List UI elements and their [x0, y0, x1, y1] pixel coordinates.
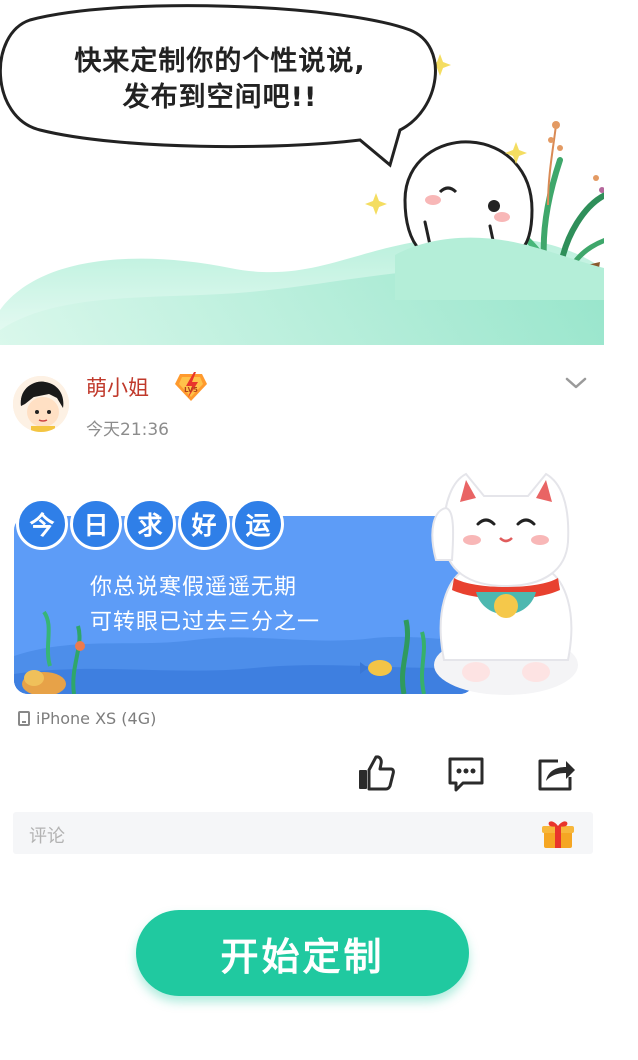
device-info: iPhone XS (4G): [18, 709, 156, 728]
share-icon: [538, 759, 575, 791]
bubble-line-1: 快来定制你的个性说说,: [74, 46, 366, 77]
phone-icon: [18, 711, 30, 726]
level-badge-icon: LV5: [175, 372, 207, 401]
image-title: 今 日 求 好 运: [16, 498, 284, 550]
thumbs-up-icon: [359, 755, 395, 791]
title-char: 运: [232, 498, 284, 550]
title-char: 日: [70, 498, 122, 550]
gift-icon[interactable]: [541, 817, 575, 849]
poem-line-1: 你总说寒假遥遥无期: [90, 575, 298, 600]
speech-bubble-text: 快来定制你的个性说说, 发布到空间吧!!: [20, 44, 420, 116]
comment-placeholder: 评论: [29, 826, 65, 847]
post-card: 萌小姐 LV5 今天21:36 今 日 求 好 运 你总说寒假遥遥无期 可转眼已…: [0, 345, 604, 1057]
avatar-image: [13, 376, 69, 432]
post-image[interactable]: 今 日 求 好 运 你总说寒假遥遥无期 可转眼已过去三分之一: [14, 460, 599, 695]
image-poem: 你总说寒假遥遥无期 可转眼已过去三分之一: [90, 570, 320, 640]
username[interactable]: 萌小姐: [86, 372, 149, 402]
comment-input[interactable]: 评论: [13, 812, 593, 854]
like-button[interactable]: [356, 753, 396, 793]
bubble-line-2: 发布到空间吧!!: [122, 82, 318, 113]
device-label: iPhone XS (4G): [36, 709, 157, 728]
title-char: 求: [124, 498, 176, 550]
lucky-cat-illustration: [431, 472, 578, 695]
comment-icon: [448, 757, 484, 792]
title-char: 好: [178, 498, 230, 550]
start-customize-button[interactable]: 开始定制: [136, 910, 469, 996]
mascot-character: [403, 140, 534, 252]
share-button[interactable]: [536, 753, 576, 793]
promo-banner: 快来定制你的个性说说, 发布到空间吧!!: [0, 0, 604, 345]
chevron-down-icon[interactable]: [564, 375, 588, 391]
post-time: 今天21:36: [86, 420, 169, 440]
title-char: 今: [16, 498, 68, 550]
level-badge-text: LV5: [184, 386, 198, 394]
avatar[interactable]: [13, 376, 69, 432]
comment-button[interactable]: [446, 753, 486, 793]
poem-line-2: 可转眼已过去三分之一: [90, 610, 321, 635]
